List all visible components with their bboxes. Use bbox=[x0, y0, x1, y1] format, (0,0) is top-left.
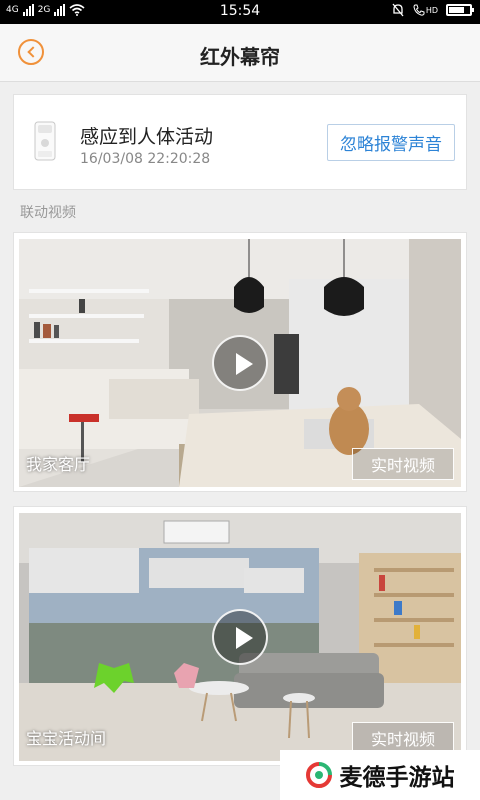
play-button[interactable] bbox=[212, 609, 268, 665]
hd-call-icon: HD bbox=[413, 4, 438, 16]
nav-bar: 红外幕帘 bbox=[0, 24, 480, 82]
video-thumbnail[interactable]: 宝宝活动间 实时视频 bbox=[19, 513, 461, 761]
mute-bell-icon bbox=[392, 3, 404, 17]
hd-label: HD bbox=[425, 5, 438, 15]
status-right: HD bbox=[391, 3, 474, 17]
room-name-label: 宝宝活动间 bbox=[26, 729, 107, 748]
play-button[interactable] bbox=[212, 335, 268, 391]
video-card-kids-room[interactable]: 宝宝活动间 实时视频 bbox=[13, 506, 467, 766]
status-bar: 4G 2G 15:54 HD bbox=[0, 0, 480, 24]
video-thumbnail[interactable]: 我家客厅 实时视频 bbox=[19, 239, 461, 487]
alert-card: 感应到人体活动 16/03/08 22:20:28 忽略报警声音 bbox=[13, 94, 467, 190]
battery-icon bbox=[446, 4, 474, 16]
alert-title: 感应到人体活动 bbox=[80, 126, 214, 148]
page-title: 红外幕帘 bbox=[200, 45, 280, 69]
alert-timestamp: 16/03/08 22:20:28 bbox=[80, 151, 211, 167]
watermark-text: 麦德手游站 bbox=[339, 765, 455, 791]
live-video-button[interactable]: 实时视频 bbox=[352, 448, 454, 480]
room-name-label: 我家客厅 bbox=[26, 455, 91, 474]
video-card-living-room[interactable]: 我家客厅 实时视频 bbox=[13, 232, 467, 492]
pir-sensor-icon bbox=[34, 121, 56, 161]
ignore-alarm-sound-button[interactable]: 忽略报警声音 bbox=[327, 124, 455, 161]
watermark-logo-icon bbox=[305, 762, 332, 788]
linked-video-section-label: 联动视频 bbox=[20, 205, 76, 221]
watermark: 麦德手游站 bbox=[280, 750, 480, 800]
